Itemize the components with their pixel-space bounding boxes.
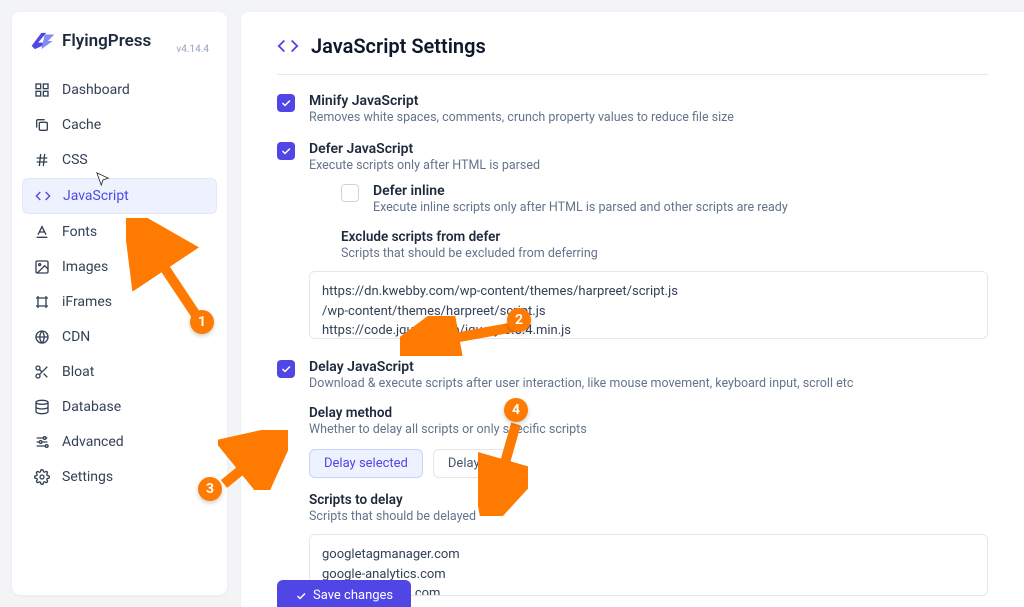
grid-icon [34, 82, 50, 98]
setting-title: Minify JavaScript [309, 93, 988, 109]
sidebar-item-label: Cache [62, 117, 101, 133]
type-icon [34, 224, 50, 240]
scissors-icon [34, 364, 50, 380]
sidebar-item-bloat[interactable]: Bloat [22, 355, 217, 389]
logo: FlyingPress [30, 30, 151, 52]
exclude-defer-textarea[interactable] [309, 271, 988, 339]
sidebar-item-label: iFrames [62, 294, 112, 310]
sidebar-item-fonts[interactable]: Fonts [22, 215, 217, 249]
scripts-delay-block: Scripts to delay Scripts that should be … [309, 492, 988, 524]
sidebar-item-cache[interactable]: Cache [22, 108, 217, 142]
code-icon [277, 35, 299, 57]
field-label: Exclude scripts from defer [341, 229, 988, 245]
sidebar-nav: Dashboard Cache CSS JavaScript Fonts Ima… [22, 73, 217, 494]
sidebar-item-label: Images [62, 259, 108, 275]
database-icon [34, 399, 50, 415]
logo-row: FlyingPress v4.14.4 [22, 30, 217, 69]
save-label: Save changes [313, 588, 393, 603]
sidebar-item-label: Bloat [62, 364, 94, 380]
version-label: v4.14.4 [176, 44, 209, 55]
sidebar-item-images[interactable]: Images [22, 250, 217, 284]
delay-method-block: Delay method Whether to delay all script… [309, 405, 988, 437]
setting-delay-js: Delay JavaScript Download & execute scri… [277, 359, 988, 600]
setting-desc: Execute scripts only after HTML is parse… [309, 158, 988, 173]
setting-defer-js: Defer JavaScript Execute scripts only af… [277, 141, 988, 343]
checkbox-defer-inline[interactable] [341, 184, 359, 202]
setting-defer-inline: Defer inline Execute inline scripts only… [341, 183, 988, 215]
setting-title: Defer JavaScript [309, 141, 988, 157]
main-panel: JavaScript Settings Minify JavaScript Re… [241, 12, 1024, 607]
sidebar-item-javascript[interactable]: JavaScript [22, 178, 217, 214]
setting-desc: Removes white spaces, comments, crunch p… [309, 110, 988, 125]
hash-icon [34, 152, 50, 168]
globe-icon [34, 329, 50, 345]
sidebar-item-label: Dashboard [62, 82, 130, 98]
sidebar-item-dashboard[interactable]: Dashboard [22, 73, 217, 107]
field-desc: Whether to delay all scripts or only spe… [309, 422, 988, 437]
code-icon [35, 188, 51, 204]
sidebar-item-settings[interactable]: Settings [22, 460, 217, 494]
delay-selected-button[interactable]: Delay selected [309, 449, 423, 478]
flyingpress-logo-icon [30, 30, 56, 52]
sidebar-item-label: CSS [62, 152, 88, 168]
sidebar-item-advanced[interactable]: Advanced [22, 425, 217, 459]
field-desc: Scripts that should be delayed [309, 509, 988, 524]
sidebar-item-label: Fonts [62, 224, 97, 240]
checkbox-defer-js[interactable] [277, 142, 295, 160]
exclude-defer-block: Exclude scripts from defer Scripts that … [341, 229, 988, 261]
delay-method-toggle: Delay selected Delay all [309, 449, 988, 478]
sidebar-item-label: Advanced [62, 434, 124, 450]
sidebar-item-label: Database [62, 399, 121, 415]
frame-icon [34, 294, 50, 310]
sliders-icon [34, 434, 50, 450]
page-header: JavaScript Settings [277, 34, 988, 75]
image-icon [34, 259, 50, 275]
sidebar-item-label: JavaScript [63, 188, 129, 204]
sidebar: FlyingPress v4.14.4 Dashboard Cache CSS … [12, 12, 227, 595]
field-desc: Scripts that should be excluded from def… [341, 246, 988, 261]
sidebar-item-label: Settings [62, 469, 113, 485]
save-changes-button[interactable]: Save changes [277, 580, 411, 607]
check-icon [295, 590, 307, 602]
setting-title: Defer inline [373, 183, 988, 199]
sidebar-item-iframes[interactable]: iFrames [22, 285, 217, 319]
field-label: Delay method [309, 405, 988, 421]
sidebar-item-cdn[interactable]: CDN [22, 320, 217, 354]
setting-desc: Download & execute scripts after user in… [309, 376, 988, 391]
delay-all-button[interactable]: Delay all [433, 449, 511, 478]
gear-icon [34, 469, 50, 485]
sidebar-item-database[interactable]: Database [22, 390, 217, 424]
sidebar-item-label: CDN [62, 329, 90, 345]
sidebar-item-css[interactable]: CSS [22, 143, 217, 177]
setting-title: Delay JavaScript [309, 359, 988, 375]
page-title: JavaScript Settings [311, 34, 486, 58]
copy-icon [34, 117, 50, 133]
field-label: Scripts to delay [309, 492, 988, 508]
setting-desc: Execute inline scripts only after HTML i… [373, 200, 988, 215]
checkbox-minify-js[interactable] [277, 94, 295, 112]
brand-name: FlyingPress [62, 31, 151, 51]
setting-minify-js: Minify JavaScript Removes white spaces, … [277, 93, 988, 125]
checkbox-delay-js[interactable] [277, 360, 295, 378]
